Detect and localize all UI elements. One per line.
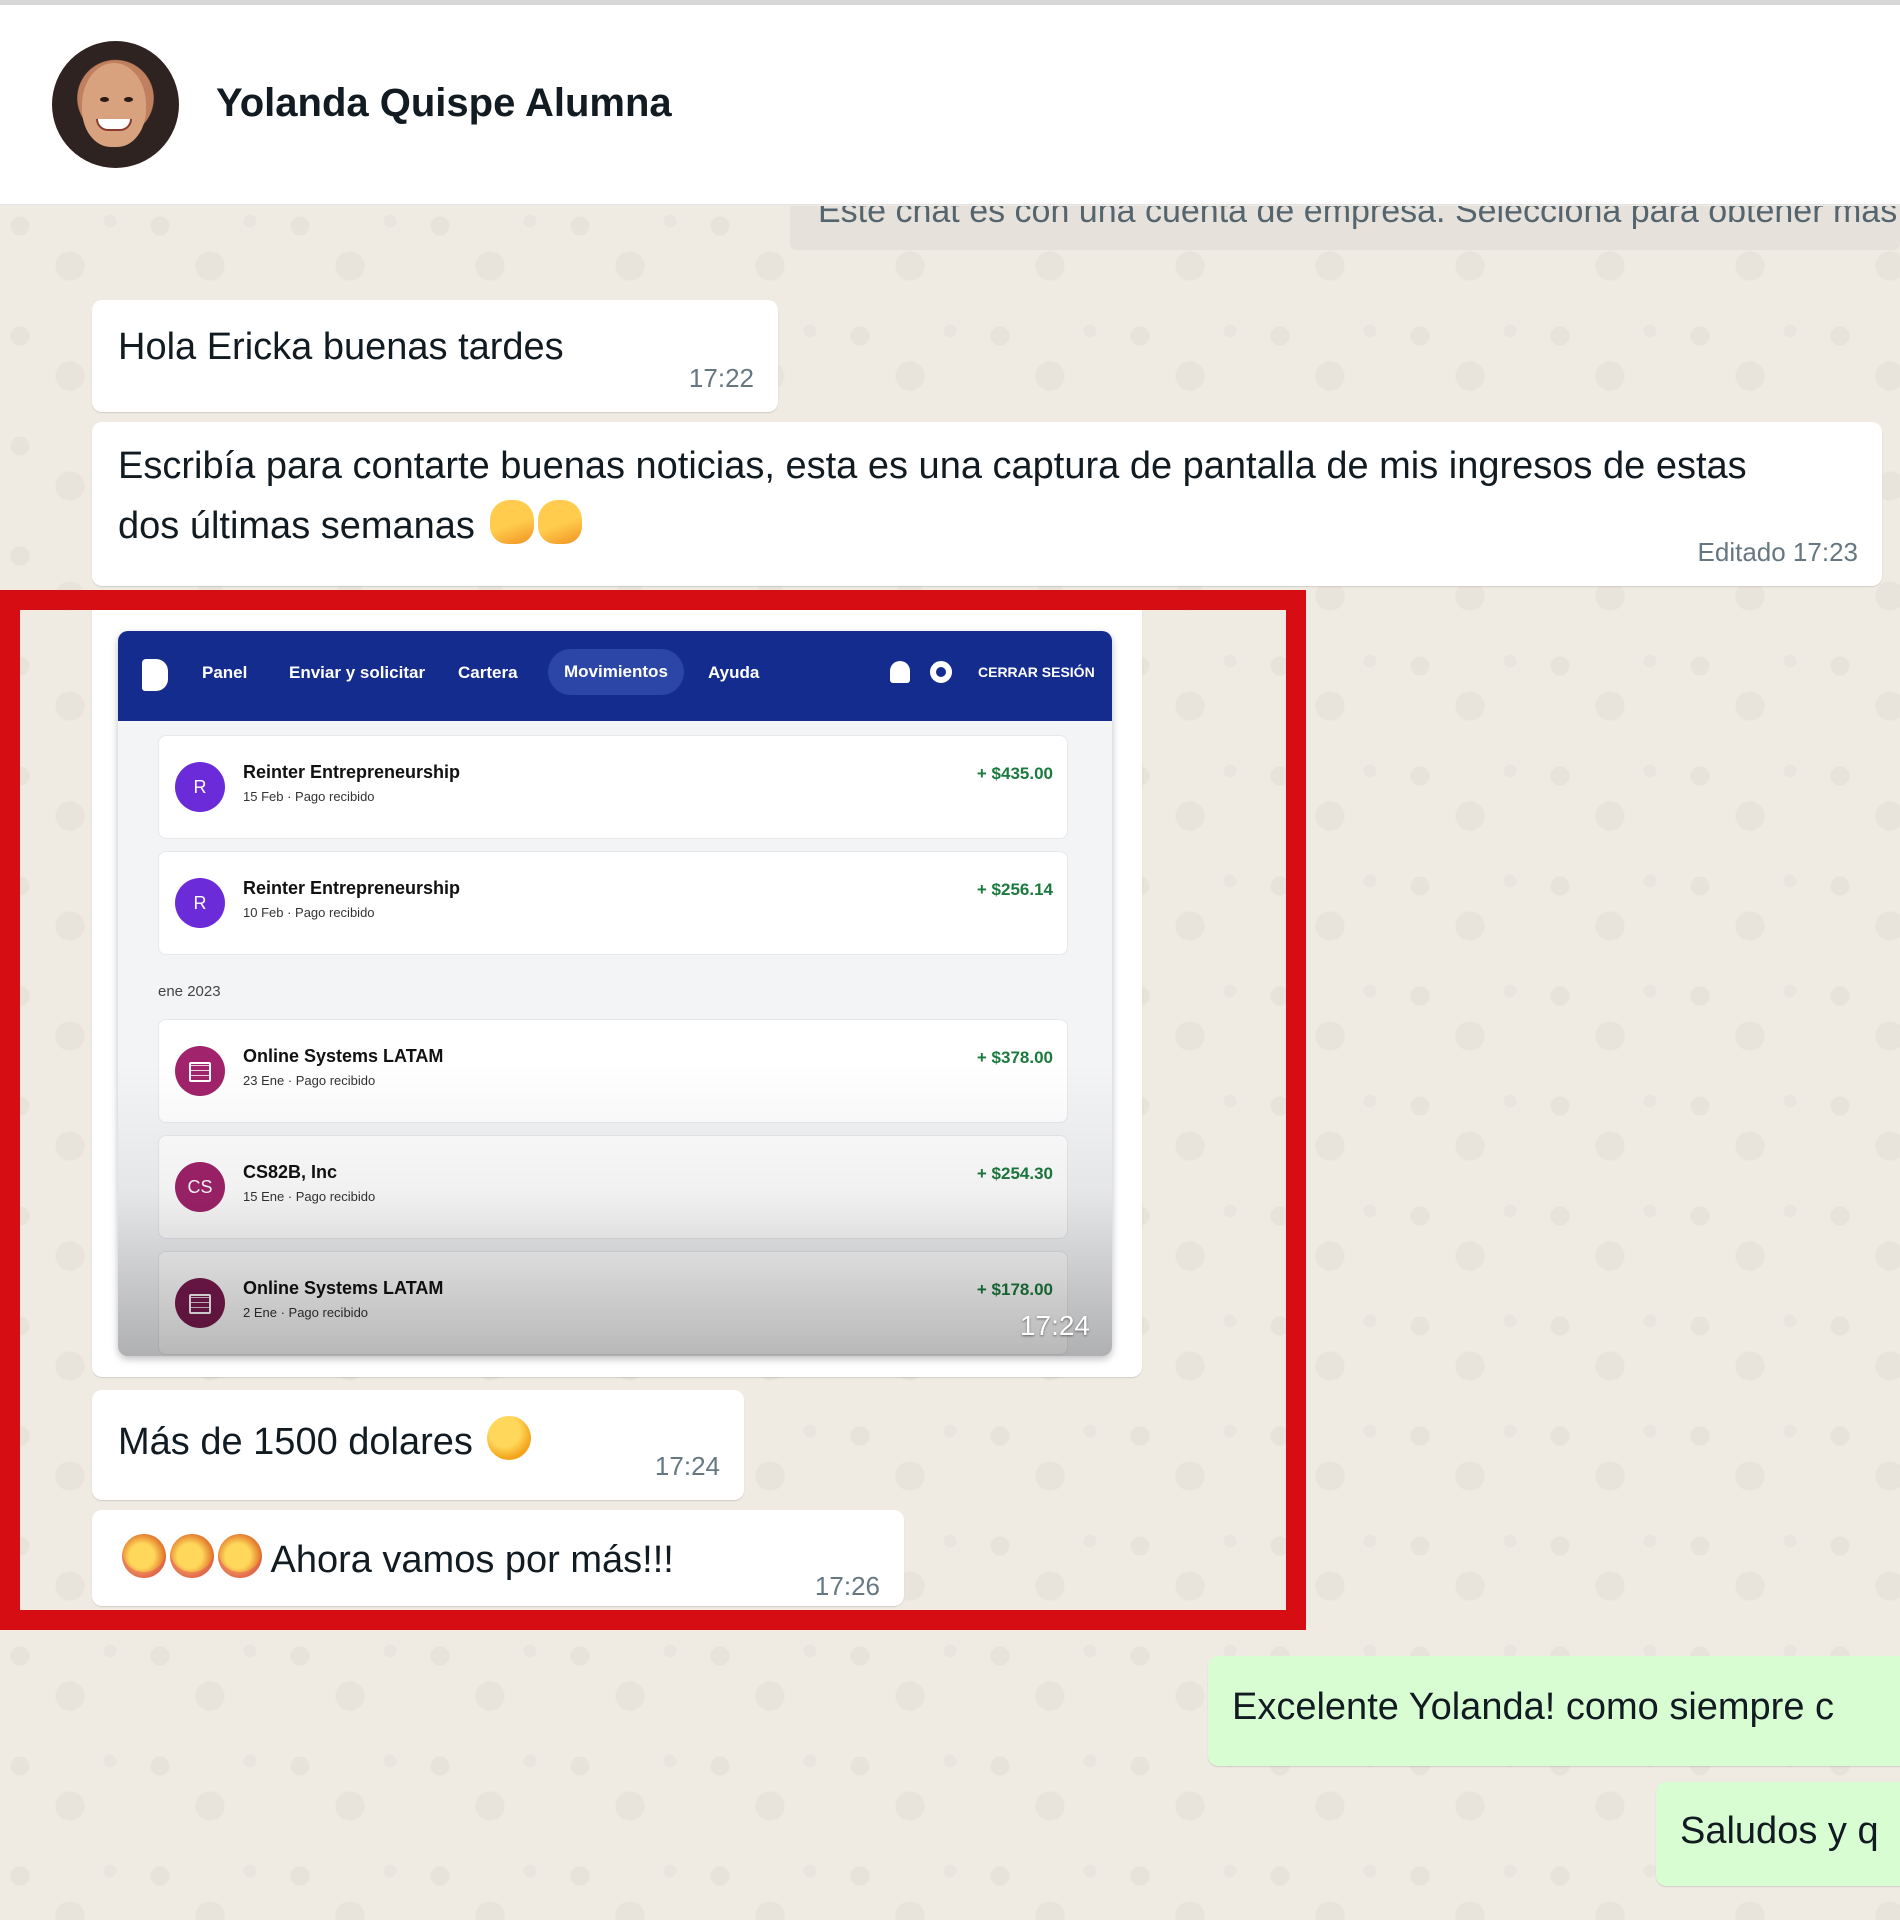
transaction-row: Online Systems LATAM 2 Ene · Pago recibi… — [158, 1251, 1068, 1355]
message-text-content: Ahora vamos por más!!! — [270, 1539, 674, 1581]
nav-panel: Panel — [202, 663, 248, 682]
party-face-icon — [122, 1534, 166, 1578]
message-text: Más de 1500 dolares — [118, 1416, 532, 1464]
business-account-notice[interactable]: Este chat es con una cuenta de empresa. … — [790, 206, 1900, 250]
payer-avatar: R — [175, 878, 225, 928]
message-text-content: Más de 1500 dolares — [118, 1421, 473, 1463]
paypal-navbar: Panel Enviar y solicitar Cartera Movimie… — [118, 631, 1112, 721]
thumbs-up-icon — [489, 500, 534, 544]
message-time: 17:22 — [688, 363, 754, 393]
message-time: Editado 17:23 — [1697, 537, 1858, 567]
message-text: Saludos y q — [1680, 1810, 1879, 1852]
month-section-label: ene 2023 — [158, 983, 221, 1000]
transaction-row: R Reinter Entrepreneurship 15 Feb · Pago… — [158, 735, 1068, 839]
business-account-notice-text: Este chat es con una cuenta de empresa. … — [818, 206, 1900, 230]
transaction-amount: + $435.00 — [976, 764, 1053, 783]
avatar-face — [82, 63, 146, 147]
transaction-row: Online Systems LATAM 23 Ene · Pago recib… — [158, 1019, 1068, 1123]
thumbs-up-icon — [537, 500, 582, 544]
transaction-detail: 23 Ene · Pago recibido — [243, 1073, 376, 1088]
nav-activity: Movimientos — [548, 649, 684, 695]
raised-hands-icon — [487, 1416, 532, 1460]
nav-send-request: Enviar y solicitar — [289, 663, 426, 682]
logout-link: CERRAR SESIÓN — [978, 664, 1095, 680]
transaction-detail: 2 Ene · Pago recibido — [243, 1305, 369, 1320]
gear-icon — [930, 661, 952, 683]
company-logo-icon — [189, 1062, 211, 1083]
transaction-amount: + $254.30 — [976, 1164, 1053, 1183]
nav-help: Ayuda — [708, 663, 760, 682]
transaction-detail: 15 Feb · Pago recibido — [243, 789, 375, 804]
avatar-eye — [100, 97, 109, 102]
transaction-detail: 10 Feb · Pago recibido — [243, 905, 375, 920]
chat-header[interactable]: Yolanda Quispe Alumna — [0, 5, 1900, 205]
message-bubble[interactable]: Más de 1500 dolares 17:24 — [92, 1390, 744, 1500]
earnings-screenshot[interactable]: Panel Enviar y solicitar Cartera Movimie… — [118, 631, 1112, 1356]
payer-avatar — [175, 1046, 225, 1096]
message-text: Excelente Yolanda! como siempre c — [1232, 1686, 1835, 1728]
message-bubble[interactable]: Ahora vamos por más!!! 17:26 — [92, 1510, 904, 1606]
transaction-amount: + $256.14 — [976, 880, 1053, 899]
company-logo-icon — [189, 1294, 211, 1315]
chat-area[interactable]: Este chat es con una cuenta de empresa. … — [0, 206, 1900, 1920]
message-bubble[interactable]: Hola Ericka buenas tardes 17:22 — [92, 300, 778, 412]
message-text: Ahora vamos por más!!! — [118, 1534, 674, 1582]
paypal-logo-icon — [142, 659, 168, 691]
transaction-row: R Reinter Entrepreneurship 10 Feb · Pago… — [158, 851, 1068, 955]
party-face-icon — [170, 1534, 214, 1578]
message-bubble[interactable]: Escribía para contarte buenas noticias, … — [92, 422, 1882, 586]
transaction-row: CS CS82B, Inc 15 Ene · Pago recibido + $… — [158, 1135, 1068, 1239]
nav-wallet: Cartera — [458, 663, 518, 682]
transaction-amount: + $378.00 — [976, 1048, 1053, 1067]
message-time: 17:24 — [654, 1451, 720, 1481]
message-text: Hola Ericka buenas tardes — [118, 326, 564, 368]
transaction-detail: 15 Ene · Pago recibido — [243, 1189, 376, 1204]
message-text: Escribía para contarte buenas noticias, … — [118, 436, 1768, 556]
payer-name: Reinter Entrepreneurship — [243, 878, 461, 898]
payer-name: CS82B, Inc — [243, 1162, 338, 1182]
payer-name: Online Systems LATAM — [243, 1046, 444, 1066]
transaction-amount: + $178.00 — [976, 1280, 1053, 1299]
bell-icon — [890, 661, 910, 683]
payer-avatar: CS — [175, 1162, 225, 1212]
payer-avatar — [175, 1278, 225, 1328]
outgoing-message-bubble[interactable]: Saludos y q — [1656, 1782, 1900, 1886]
outgoing-message-bubble[interactable]: Excelente Yolanda! como siempre c — [1208, 1656, 1900, 1766]
contact-name[interactable]: Yolanda Quispe Alumna — [216, 81, 672, 126]
message-text-content: Escribía para contarte buenas noticias, … — [118, 445, 1747, 547]
avatar-eye — [124, 97, 133, 102]
payer-avatar: R — [175, 762, 225, 812]
message-time: 17:26 — [814, 1571, 880, 1601]
party-face-icon — [218, 1534, 262, 1578]
payer-name: Online Systems LATAM — [243, 1278, 444, 1298]
contact-avatar[interactable] — [52, 41, 179, 168]
message-time: 17:24 — [1019, 1310, 1090, 1341]
payer-name: Reinter Entrepreneurship — [243, 762, 461, 782]
